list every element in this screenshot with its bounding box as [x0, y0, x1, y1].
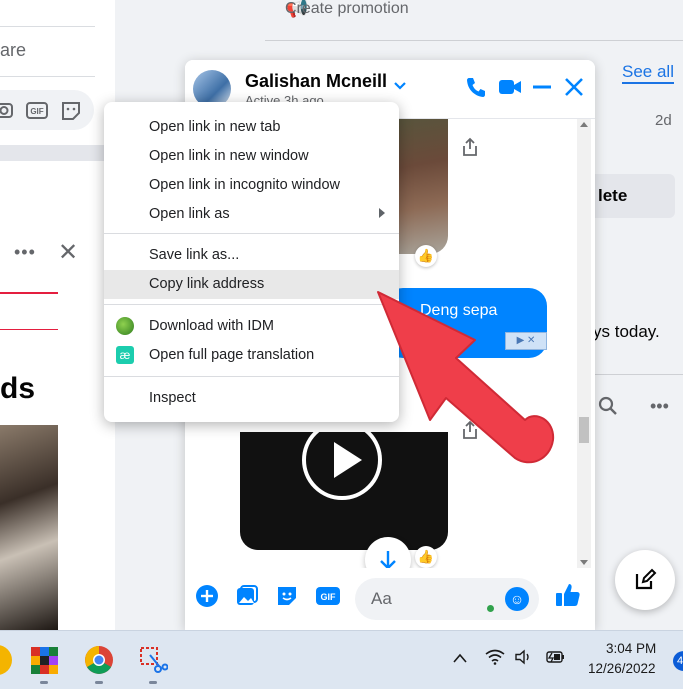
scrollbar-thumb[interactable]	[579, 417, 589, 443]
app-running-indicator	[40, 681, 48, 684]
app-icon[interactable]	[29, 645, 59, 675]
create-promotion-link[interactable]: Create promotion	[285, 0, 409, 18]
more-options-icon[interactable]: •••	[14, 242, 36, 263]
feed-gap	[0, 145, 115, 161]
reaction-icon[interactable]: 👍	[415, 546, 437, 568]
sticker-icon[interactable]	[60, 100, 82, 120]
gif-icon[interactable]: GIF	[315, 584, 341, 614]
menu-separator	[104, 304, 399, 305]
scroll-up-arrow-icon[interactable]	[580, 122, 588, 127]
scrollbar[interactable]	[577, 119, 591, 568]
share-button-label[interactable]: are	[0, 40, 26, 61]
annotation-arrow-icon	[377, 291, 555, 464]
thumbs-up-icon[interactable]	[555, 582, 581, 614]
timestamp: 2d	[655, 112, 672, 129]
menu-item-download-idm[interactable]: Download with IDM	[104, 312, 399, 341]
menu-item-inspect[interactable]: Inspect	[104, 384, 399, 413]
new-message-button[interactable]	[615, 550, 675, 610]
feed-text: ys today.	[593, 322, 660, 341]
divider	[595, 374, 683, 375]
delete-button-label: lete	[598, 186, 628, 205]
scroll-down-arrow-icon[interactable]	[580, 560, 588, 565]
photo-icon[interactable]	[235, 584, 259, 614]
battery-icon[interactable]	[544, 649, 566, 670]
menu-item-label: Open link in incognito window	[149, 177, 341, 193]
grammarly-indicator-icon	[487, 605, 494, 612]
menu-item-label: Download with IDM	[149, 318, 274, 334]
svg-text:GIF: GIF	[30, 107, 43, 116]
close-icon[interactable]	[563, 76, 585, 104]
post-image[interactable]	[0, 425, 58, 630]
video-call-icon[interactable]	[498, 76, 522, 104]
post-heading: ds	[0, 372, 36, 405]
app-icon[interactable]	[0, 645, 12, 675]
notification-badge[interactable]: 4	[673, 651, 683, 671]
menu-item-label: Open link in new window	[149, 148, 309, 164]
reaction-icon[interactable]: 👍	[415, 245, 437, 267]
menu-separator	[104, 233, 399, 234]
clock-date[interactable]: 12/26/2022	[588, 661, 656, 676]
menu-item-label: Save link as...	[149, 247, 240, 263]
menu-item-label: Copy link address	[149, 276, 265, 292]
translate-icon: æ	[116, 346, 134, 364]
chevron-down-icon[interactable]	[393, 78, 407, 95]
clock-time[interactable]: 3:04 PM	[606, 641, 656, 656]
minimize-icon[interactable]	[531, 76, 553, 104]
menu-item-label: Open full page translation	[149, 347, 315, 363]
message-input[interactable]: Aa ☺	[355, 578, 539, 620]
menu-item-label: Open link in new tab	[149, 119, 281, 135]
phone-icon[interactable]	[465, 76, 487, 104]
taskbar: 3:04 PM 12/26/2022 4	[0, 630, 683, 689]
wifi-icon[interactable]	[485, 649, 505, 670]
svg-text:GIF: GIF	[321, 592, 337, 602]
menu-item-full-page-translation[interactable]: æ Open full page translation	[104, 341, 399, 370]
submenu-arrow-icon	[379, 208, 385, 218]
snipping-tool-icon[interactable]	[138, 645, 169, 675]
menu-item-copy-link-address[interactable]: Copy link address	[104, 270, 399, 299]
app-running-indicator	[95, 681, 103, 684]
message-input-placeholder: Aa	[371, 589, 392, 608]
close-icon[interactable]: ✕	[58, 238, 78, 267]
share-icon[interactable]	[461, 137, 479, 162]
menu-item-label: Inspect	[149, 390, 196, 406]
chevron-up-icon[interactable]	[452, 649, 468, 669]
divider	[265, 40, 683, 41]
idm-icon	[116, 317, 134, 335]
gif-icon[interactable]: GIF	[26, 100, 48, 120]
camera-icon[interactable]	[0, 100, 16, 120]
chat-composer: GIF Aa ☺	[185, 568, 595, 630]
menu-separator	[104, 376, 399, 377]
contact-name[interactable]: Galishan Mcneill	[245, 71, 387, 92]
menu-item-open-link-as[interactable]: Open link as	[104, 200, 399, 229]
divider	[0, 329, 58, 330]
chrome-icon[interactable]	[84, 645, 114, 675]
menu-item-label: Open link as	[149, 206, 230, 222]
plus-icon[interactable]	[195, 584, 219, 614]
menu-item-open-new-tab[interactable]: Open link in new tab	[104, 113, 399, 142]
app-running-indicator	[149, 681, 157, 684]
menu-item-open-new-window[interactable]: Open link in new window	[104, 142, 399, 171]
see-all-link[interactable]: See all	[622, 62, 674, 84]
speaker-icon[interactable]	[514, 649, 534, 670]
sticker-icon[interactable]	[275, 584, 299, 614]
emoji-icon[interactable]: ☺	[505, 587, 529, 611]
search-icon[interactable]	[598, 396, 618, 422]
more-options-icon[interactable]: •••	[650, 396, 669, 417]
divider	[0, 76, 95, 77]
menu-item-open-incognito[interactable]: Open link in incognito window	[104, 171, 399, 200]
menu-item-save-link-as[interactable]: Save link as...	[104, 241, 399, 270]
divider	[0, 292, 58, 294]
divider	[0, 26, 95, 27]
context-menu: Open link in new tab Open link in new wi…	[104, 102, 399, 422]
